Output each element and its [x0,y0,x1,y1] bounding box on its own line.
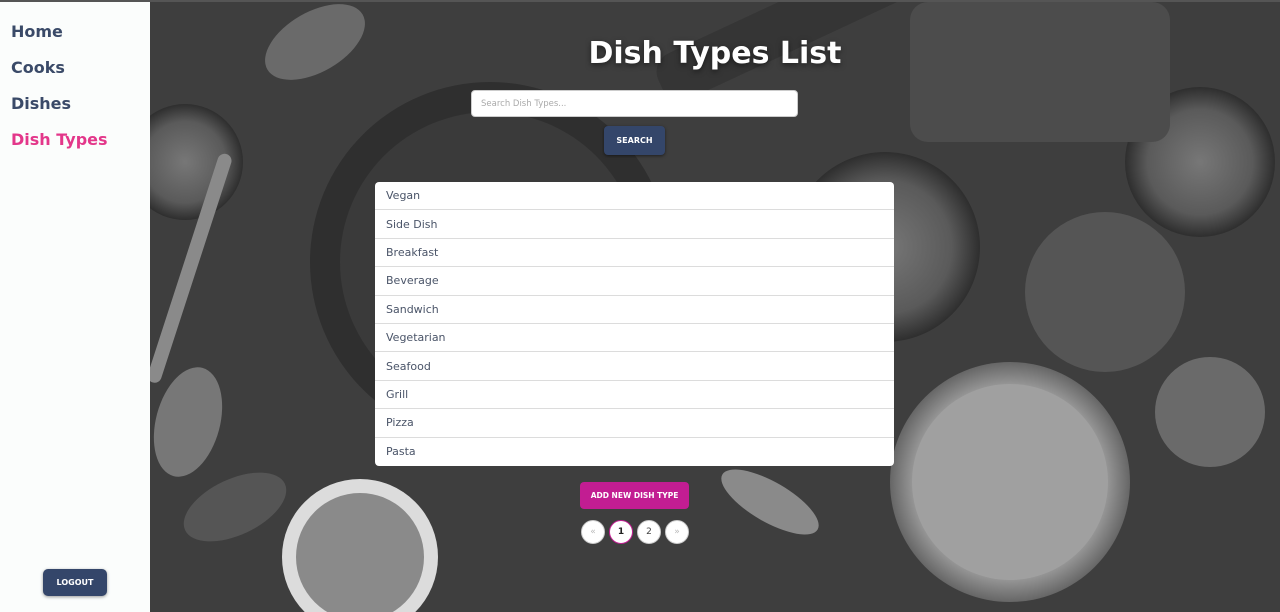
dish-type-list: Vegan Side Dish Breakfast Beverage Sandw… [375,182,894,466]
list-item[interactable]: Side Dish [375,210,894,239]
pagination-next[interactable]: » [665,520,689,544]
pagination-page[interactable]: 1 [609,520,633,544]
sidebar-item-cooks[interactable]: Cooks [11,58,65,77]
list-item[interactable]: Pizza [375,409,894,438]
main-content: Dish Types List SEARCH Vegan Side Dish B… [150,0,1280,612]
sidebar-item-dishes[interactable]: Dishes [11,94,71,113]
list-item[interactable]: Beverage [375,267,894,296]
list-item[interactable]: Vegetarian [375,324,894,353]
list-item[interactable]: Breakfast [375,239,894,268]
pagination-prev[interactable]: « [581,520,605,544]
page-title: Dish Types List [588,36,842,71]
add-dish-type-button[interactable]: ADD NEW DISH TYPE [580,482,689,509]
list-item[interactable]: Seafood [375,352,894,381]
sidebar-item-home[interactable]: Home [11,22,63,41]
list-item[interactable]: Sandwich [375,296,894,324]
pagination: « 1 2 » [581,520,689,544]
list-item[interactable]: Grill [375,381,894,410]
list-item[interactable]: Pasta [375,438,894,466]
sidebar: Home Cooks Dishes Dish Types LOGOUT [0,0,150,612]
pagination-page[interactable]: 2 [637,520,661,544]
search-button[interactable]: SEARCH [604,126,665,155]
list-item[interactable]: Vegan [375,182,894,211]
logout-button[interactable]: LOGOUT [43,569,107,596]
app-root: Home Cooks Dishes Dish Types LOGOUT Dish… [0,0,1280,612]
search-input[interactable] [471,90,798,117]
sidebar-item-dish-types[interactable]: Dish Types [11,130,108,149]
